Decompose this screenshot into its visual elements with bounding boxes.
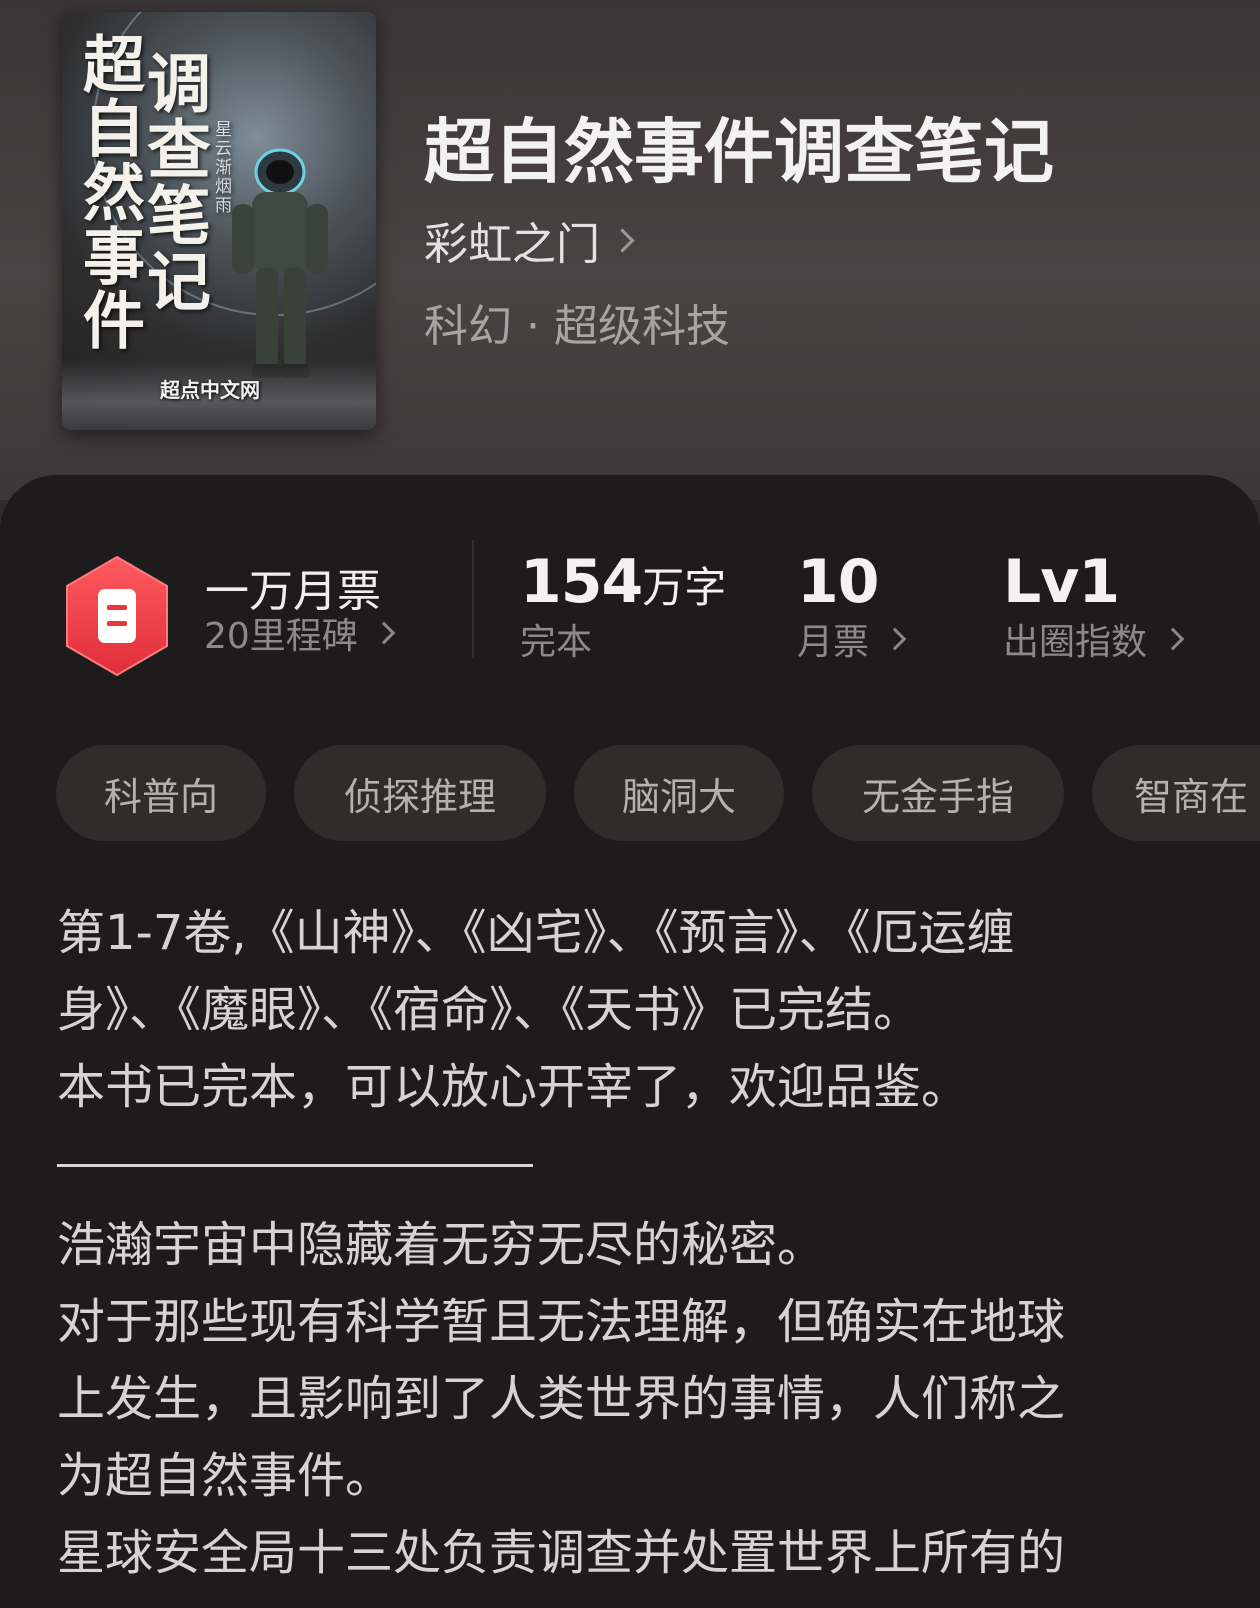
level-label: 出圈指数 [1003,622,1148,663]
description-line: 浩瀚宇宙中隐藏着无穷无尽的秘密。 [57,1217,826,1273]
book-title: 超自然事件调查笔记 [424,110,1054,193]
book-description: 第1-7卷,《山神》、《凶宅》、《预言》、《厄运缠 身》、《魔眼》、《宿命》、《… [57,895,1237,1592]
description-line: 对于那些现有科学暂且无法理解，但确实在地球 [57,1294,1066,1350]
tickets-label: 月票 [797,622,870,663]
cover-title-line1: 超自然事件 [72,32,145,352]
stats-row: 一万月票 20里程碑 154万字 完本 10 月票 Lv1 出圈指数 [0,475,1260,685]
author-link[interactable]: 彩虹之门 [424,208,635,272]
tag-chip[interactable]: 科普向 [56,745,266,841]
book-genre: 科幻 · 超级科技 [424,301,730,352]
milestone-link[interactable]: 20里程碑 [204,607,396,659]
description-separator [57,1164,533,1167]
level-link[interactable]: 出圈指数 [1003,613,1185,665]
description-line: 本书已完本，可以放心开宰了，欢迎品鉴。 [57,1059,970,1115]
milestone-label: 20里程碑 [204,616,358,657]
word-count-value: 154 [520,547,643,617]
description-line: 为超自然事件。 [57,1448,394,1504]
tag-chip[interactable]: 侦探推理 [294,745,546,841]
tag-chip[interactable]: 智商在 [1092,745,1260,841]
cover-brand: 超点中文网 [160,378,260,402]
tickets-value: 10 [797,547,879,617]
book-status: 完本 [520,613,592,665]
astronaut-illustration [232,148,328,378]
chevron-right-icon [372,621,396,645]
description-line: 身》、《魔眼》、《宿命》、《天书》已完结。 [57,982,922,1038]
chevron-right-icon [883,627,907,651]
book-header: 超自然事件 调查笔记 星云渐烟雨 超点中文网 超自然事件调查笔记 彩虹之门 科幻… [0,0,1260,500]
word-count-unit: 万字 [642,563,727,612]
tickets-link[interactable]: 月票 [797,613,907,665]
book-cover-image[interactable]: 超自然事件 调查笔记 星云渐烟雨 超点中文网 [62,12,376,430]
chevron-right-icon [1161,627,1185,651]
stats-divider [472,540,474,658]
cover-title-line2: 调查笔记 [136,50,211,314]
tag-chip[interactable]: 无金手指 [812,745,1064,841]
tag-list: 科普向 侦探推理 脑洞大 无金手指 智商在 [0,745,1260,845]
chevron-right-icon [610,227,635,253]
description-line: 第1-7卷,《山神》、《凶宅》、《预言》、《厄运缠 [57,905,1015,961]
author-name: 彩虹之门 [424,219,600,270]
monthly-ticket-badge-icon [62,555,172,677]
word-count: 154万字 [520,547,726,617]
description-line: 星球安全局十三处负责调查并处置世界上所有的 [57,1525,1066,1581]
description-line: 上发生，且影响到了人类世界的事情，人们称之 [57,1371,1066,1427]
tag-chip[interactable]: 脑洞大 [574,745,784,841]
book-detail-panel: 一万月票 20里程碑 154万字 完本 10 月票 Lv1 出圈指数 科普向 侦… [0,475,1260,1608]
status-label: 完本 [520,622,593,663]
level-value: Lv1 [1003,547,1120,617]
